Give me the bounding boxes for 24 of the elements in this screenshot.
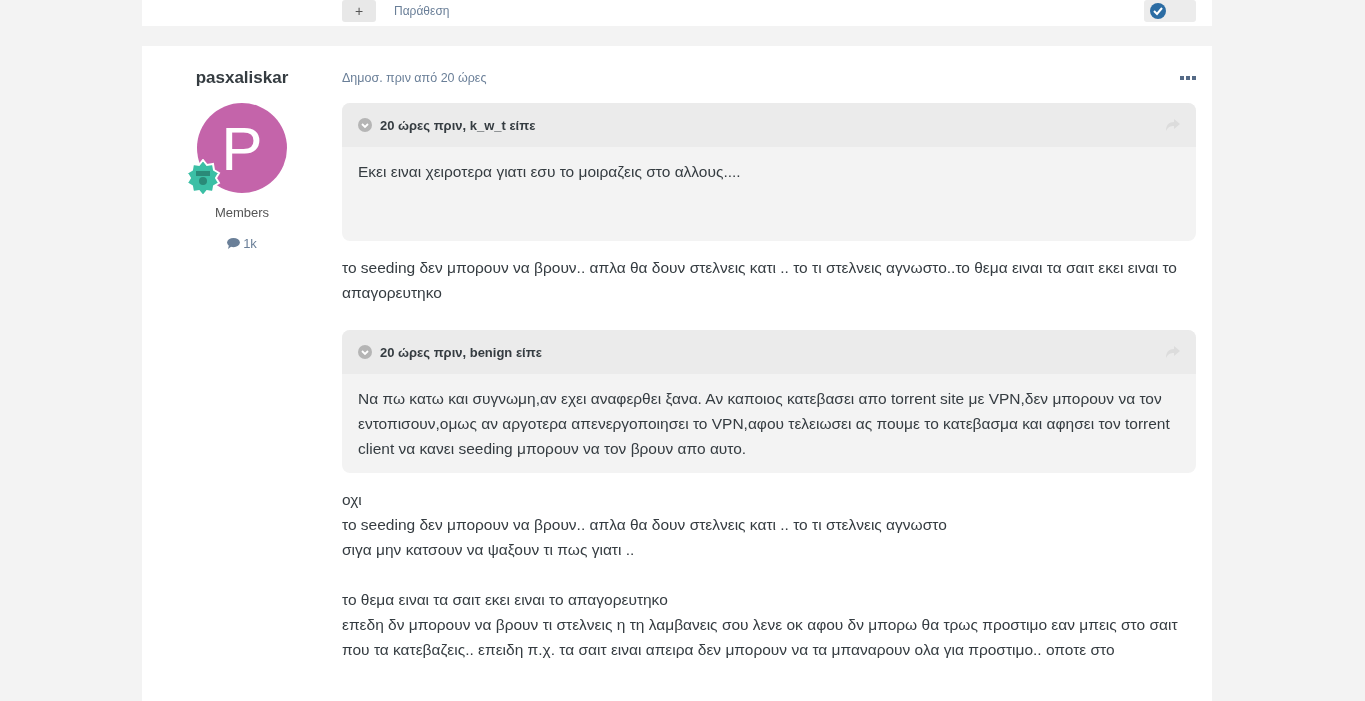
post-text: το seeding δεν μπορουν να βρουν.. απλα θα δουν στελνεις κατι .. το τι στελνεις αγνωστο [342, 515, 948, 535]
quote-citation: 20 ώρες πριν, benign είπε [380, 344, 543, 360]
collapse-icon[interactable] [358, 118, 372, 132]
avatar[interactable]: P [197, 103, 287, 193]
post-text: επεδη δν μπορουν να βρουν τι στελνεις η τη λαμβανεις σου λενε οκ αφου δν μπορω θα τρως προστιμο εαν μπεις στο σαιτ που τα κατεβαζεις.. επειδη π.χ. τα σαιτ ειναι απειρα δεν μπορουν να τα μπαναρουν ολα για προστιμο.. οποτε στο [342, 615, 1179, 660]
member-group: Members [214, 205, 270, 220]
post-text: οχι [342, 490, 363, 510]
post-timestamp: Δημοσ. πριν από 20 ώρες [342, 71, 487, 85]
post-text: το θεμα ειναι τα σαιτ εκει ειναι το απαγορευτηκο [342, 590, 669, 610]
post-count[interactable]: 1k [243, 236, 257, 251]
post-text: σιγα μην κατσουν να ψαξουν τι πως γιατι .. [342, 540, 636, 560]
more-options-icon[interactable] [1180, 76, 1196, 80]
quote-text: Εκει ειναι χειροτερα γιατι εσυ το μοιραζεις στο αλλους.... [358, 162, 742, 182]
quote-citation: 20 ώρες πριν, k_w_t είπε [380, 117, 537, 133]
quote-button[interactable]: + [342, 0, 376, 22]
collapse-icon[interactable] [358, 345, 372, 359]
checkmark-icon [1150, 3, 1166, 19]
quote-link[interactable]: Παράθεση [394, 4, 450, 18]
rank-badge-icon [185, 159, 221, 195]
post-text: το seeding δεν μπορουν να βρουν.. απλα θα δουν στελνεις κατι .. το τι στελνεις αγνωστο..το θεμα ειναι τα σαιτ εκει ειναι το απαγορευτηκο [342, 258, 1178, 303]
quote-text: Να πω κατω και συγνωμη,αν εχει αναφερθει ξανα. Αν καποιος κατεβασει απο torrent site με VPN,δεν μπορουν να τον εντοπισουν,ομως αν αργοτερα απενεργοποιησει το VPN,αφου τελειωσει ας πουμε το κατεβασμα και αφησει τον torrent client να κανει seeding μπορουν να τον βρουν απο αυτο. [358, 389, 1171, 459]
reaction-button[interactable] [1144, 0, 1196, 22]
author-name[interactable]: pasxaliskar [195, 68, 289, 88]
comment-icon [227, 238, 241, 249]
